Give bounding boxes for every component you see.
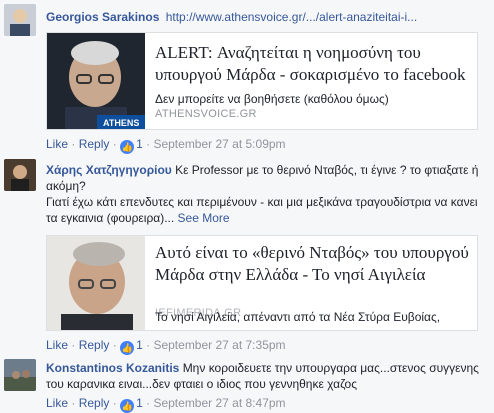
comment-author[interactable]: Konstantinos Kozanitis	[46, 361, 179, 375]
preview-image: ATHENS	[47, 33, 145, 129]
preview-image	[47, 236, 145, 330]
comment-author[interactable]: Georgios Sarakinos	[46, 10, 159, 24]
comment: Konstantinos Kozanitis Μην κοροιδευετε τ…	[0, 355, 494, 413]
thumbs-up-icon: 👍	[120, 140, 135, 154]
like-button[interactable]: Like	[46, 137, 68, 151]
link-preview[interactable]: Αυτό είναι το «θερινό Νταβός» του υπουργ…	[46, 235, 478, 331]
like-button[interactable]: Like	[46, 396, 68, 410]
comment-link[interactable]: http://www.athensvoice.gr/.../alert-anaz…	[166, 10, 417, 24]
avatar[interactable]	[4, 4, 36, 36]
avatar[interactable]	[4, 159, 36, 191]
like-count[interactable]: 1	[136, 338, 143, 352]
thumbs-up-icon: 👍	[120, 341, 135, 355]
preview-title[interactable]: Αυτό είναι το «θερινό Νταβός» του υπουργ…	[155, 242, 471, 286]
timestamp[interactable]: September 27 at 5:09pm	[153, 137, 285, 151]
comment: Χάρης Χατζηγηγορίου Κε Professor με το θ…	[0, 155, 494, 355]
reply-button[interactable]: Reply	[79, 338, 110, 352]
like-count[interactable]: 1	[136, 396, 143, 410]
see-more-link[interactable]: See More	[178, 211, 230, 225]
reply-button[interactable]: Reply	[79, 396, 110, 410]
preview-title[interactable]: ALERT: Αναζητείται η νοημοσύνη του υπουρ…	[155, 42, 471, 86]
timestamp[interactable]: September 27 at 8:47pm	[153, 396, 285, 410]
preview-description: Το νησί Αιγιλεία, απέναντι από τα Νέα Στ…	[155, 310, 441, 324]
comment: Georgios Sarakinos http://www.athensvoic…	[0, 0, 494, 155]
comment-actions: Like · Reply · 👍 1 · September 27 at 5:09…	[46, 137, 286, 154]
link-preview[interactable]: ATHENS ALERT: Αναζητείται η νοημοσύνη το…	[46, 32, 478, 130]
reply-button[interactable]: Reply	[79, 137, 110, 151]
comment-actions: Like · Reply · 👍 1 · September 27 at 8:47…	[46, 396, 286, 413]
comment-author[interactable]: Χάρης Χατζηγηγορίου	[46, 163, 172, 177]
comment-actions: Like · Reply · 👍 1 · September 27 at 7:35…	[46, 338, 286, 355]
like-count[interactable]: 1	[136, 137, 143, 151]
avatar[interactable]	[4, 359, 36, 391]
preview-image-caption: ATHENS	[103, 118, 139, 128]
like-button[interactable]: Like	[46, 338, 68, 352]
comment-text-continued: Γιατί έχω κάτι επενδυτες και περιμένουν …	[46, 195, 478, 225]
timestamp[interactable]: September 27 at 7:35pm	[153, 338, 285, 352]
preview-description: Δεν μπορείτε να βοηθήσετε (καθόλου όμως)	[155, 92, 389, 106]
preview-domain: ATHENSVOICE.GR	[155, 108, 257, 120]
